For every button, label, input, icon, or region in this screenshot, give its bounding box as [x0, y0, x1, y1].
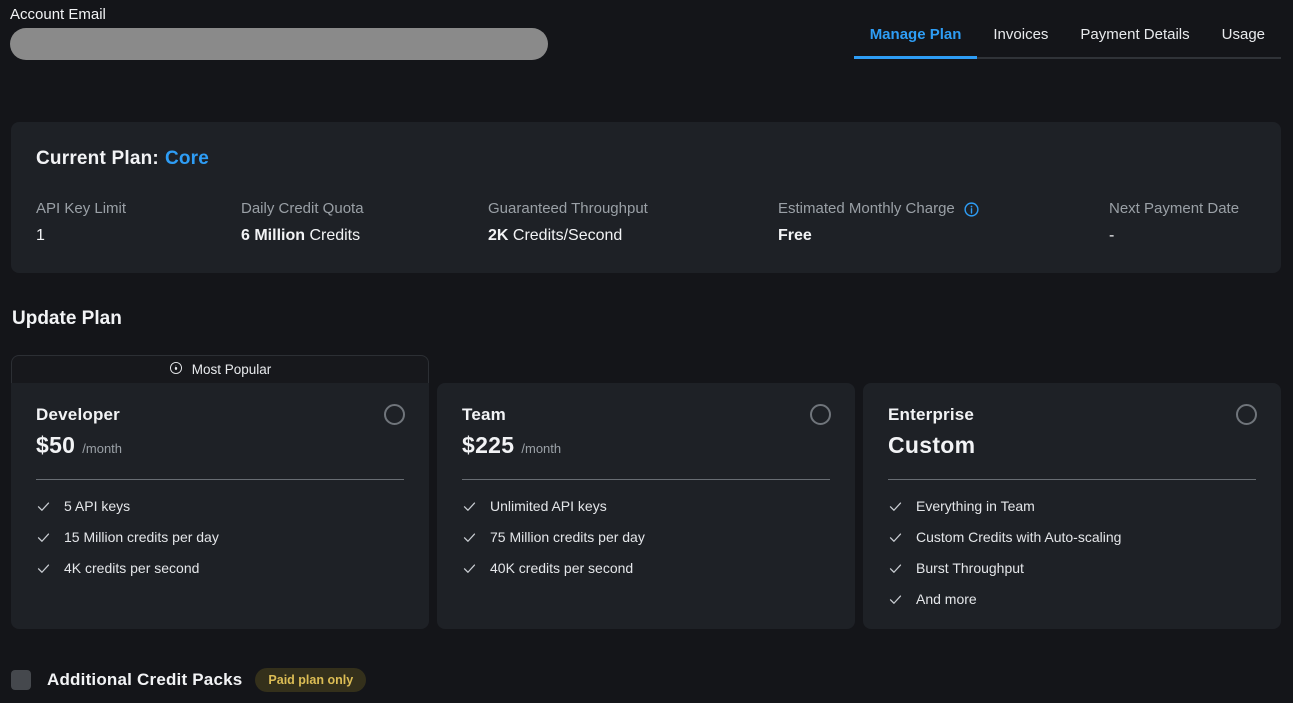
stat-label: Next Payment Date — [1109, 200, 1239, 217]
stat-daily-credit-quota: Daily Credit Quota 6 Million Credits — [241, 200, 488, 245]
current-plan-title: Current Plan: Core — [36, 148, 1256, 170]
plan-period: /month — [82, 441, 122, 456]
divider — [462, 479, 830, 480]
plan-radio-developer[interactable] — [384, 404, 405, 425]
feature-item: 75 Million credits per day — [462, 529, 830, 545]
stat-next-payment-date: Next Payment Date - — [1109, 200, 1256, 245]
plan-price: Custom — [888, 432, 975, 459]
stat-value: 6 Million Credits — [241, 227, 488, 245]
check-icon — [888, 499, 903, 514]
plan-name: Developer — [36, 405, 404, 425]
banner-spacer — [437, 355, 855, 383]
stat-label: API Key Limit — [36, 200, 126, 217]
check-icon — [888, 530, 903, 545]
stat-value: - — [1109, 227, 1256, 245]
flame-icon — [169, 361, 183, 378]
most-popular-label: Most Popular — [192, 362, 272, 377]
account-email-label: Account Email — [10, 6, 548, 23]
plan-column-developer: Most Popular Developer $50 /month 5 API … — [11, 355, 429, 629]
check-icon — [462, 530, 477, 545]
plan-radio-enterprise[interactable] — [1236, 404, 1257, 425]
credit-packs-checkbox[interactable] — [11, 670, 31, 690]
stat-estimated-monthly-charge: Estimated Monthly Charge Free — [778, 200, 1109, 245]
plan-options: Most Popular Developer $50 /month 5 API … — [11, 355, 1281, 629]
info-icon[interactable] — [963, 201, 980, 218]
plan-card-developer[interactable]: Developer $50 /month 5 API keys 15 Milli… — [11, 383, 429, 629]
check-icon — [36, 499, 51, 514]
check-icon — [888, 561, 903, 576]
plan-column-enterprise: Enterprise Custom Everything in Team Cus… — [863, 355, 1281, 629]
stat-label: Estimated Monthly Charge — [778, 200, 955, 217]
plan-features: Everything in Team Custom Credits with A… — [888, 498, 1256, 607]
check-icon — [462, 499, 477, 514]
feature-item: Burst Throughput — [888, 560, 1256, 576]
update-plan-title: Update Plan — [12, 308, 122, 330]
plan-period: /month — [521, 441, 561, 456]
banner-spacer — [863, 355, 1281, 383]
tab-invoices[interactable]: Invoices — [977, 14, 1064, 57]
stat-guaranteed-throughput: Guaranteed Throughput 2K Credits/Second — [488, 200, 778, 245]
credit-packs-label: Additional Credit Packs — [47, 670, 242, 690]
feature-item: Unlimited API keys — [462, 498, 830, 514]
feature-item: 15 Million credits per day — [36, 529, 404, 545]
tab-payment-details[interactable]: Payment Details — [1064, 14, 1205, 57]
check-icon — [36, 530, 51, 545]
feature-item: 5 API keys — [36, 498, 404, 514]
stat-label: Daily Credit Quota — [241, 200, 364, 217]
current-plan-title-prefix: Current Plan: — [36, 148, 159, 169]
account-email-input[interactable] — [10, 28, 548, 60]
plan-features: Unlimited API keys 75 Million credits pe… — [462, 498, 830, 576]
divider — [888, 479, 1256, 480]
credit-packs-row: Additional Credit Packs Paid plan only — [11, 668, 366, 692]
plan-card-team[interactable]: Team $225 /month Unlimited API keys 75 M… — [437, 383, 855, 629]
feature-item: Custom Credits with Auto-scaling — [888, 529, 1256, 545]
stat-api-key-limit: API Key Limit 1 — [36, 200, 241, 245]
check-icon — [888, 592, 903, 607]
most-popular-banner: Most Popular — [11, 355, 429, 383]
tab-manage-plan[interactable]: Manage Plan — [854, 14, 978, 59]
current-plan-card: Current Plan: Core API Key Limit 1 Daily … — [11, 122, 1281, 273]
plan-price: $225 — [462, 432, 514, 459]
plan-card-enterprise[interactable]: Enterprise Custom Everything in Team Cus… — [863, 383, 1281, 629]
check-icon — [36, 561, 51, 576]
plan-features: 5 API keys 15 Million credits per day 4K… — [36, 498, 404, 576]
plan-price: $50 — [36, 432, 75, 459]
feature-item: 40K credits per second — [462, 560, 830, 576]
plan-name: Team — [462, 405, 830, 425]
current-plan-name: Core — [165, 148, 209, 169]
check-icon — [462, 561, 477, 576]
account-email-block: Account Email — [10, 6, 548, 60]
plan-price-row: Custom — [888, 432, 1256, 459]
tab-usage[interactable]: Usage — [1206, 14, 1281, 57]
stat-value: 2K Credits/Second — [488, 227, 778, 245]
feature-item: 4K credits per second — [36, 560, 404, 576]
current-plan-stats: API Key Limit 1 Daily Credit Quota 6 Mil… — [36, 200, 1256, 245]
stat-label: Guaranteed Throughput — [488, 200, 648, 217]
stat-value: Free — [778, 227, 1109, 245]
divider — [36, 479, 404, 480]
plan-column-team: Team $225 /month Unlimited API keys 75 M… — [437, 355, 855, 629]
feature-item: Everything in Team — [888, 498, 1256, 514]
plan-radio-team[interactable] — [810, 404, 831, 425]
plan-price-row: $50 /month — [36, 432, 404, 459]
stat-value: 1 — [36, 227, 241, 245]
plan-price-row: $225 /month — [462, 432, 830, 459]
billing-tabs: Manage Plan Invoices Payment Details Usa… — [854, 14, 1281, 59]
plan-name: Enterprise — [888, 405, 1256, 425]
feature-item: And more — [888, 591, 1256, 607]
paid-plan-only-badge: Paid plan only — [255, 668, 366, 692]
